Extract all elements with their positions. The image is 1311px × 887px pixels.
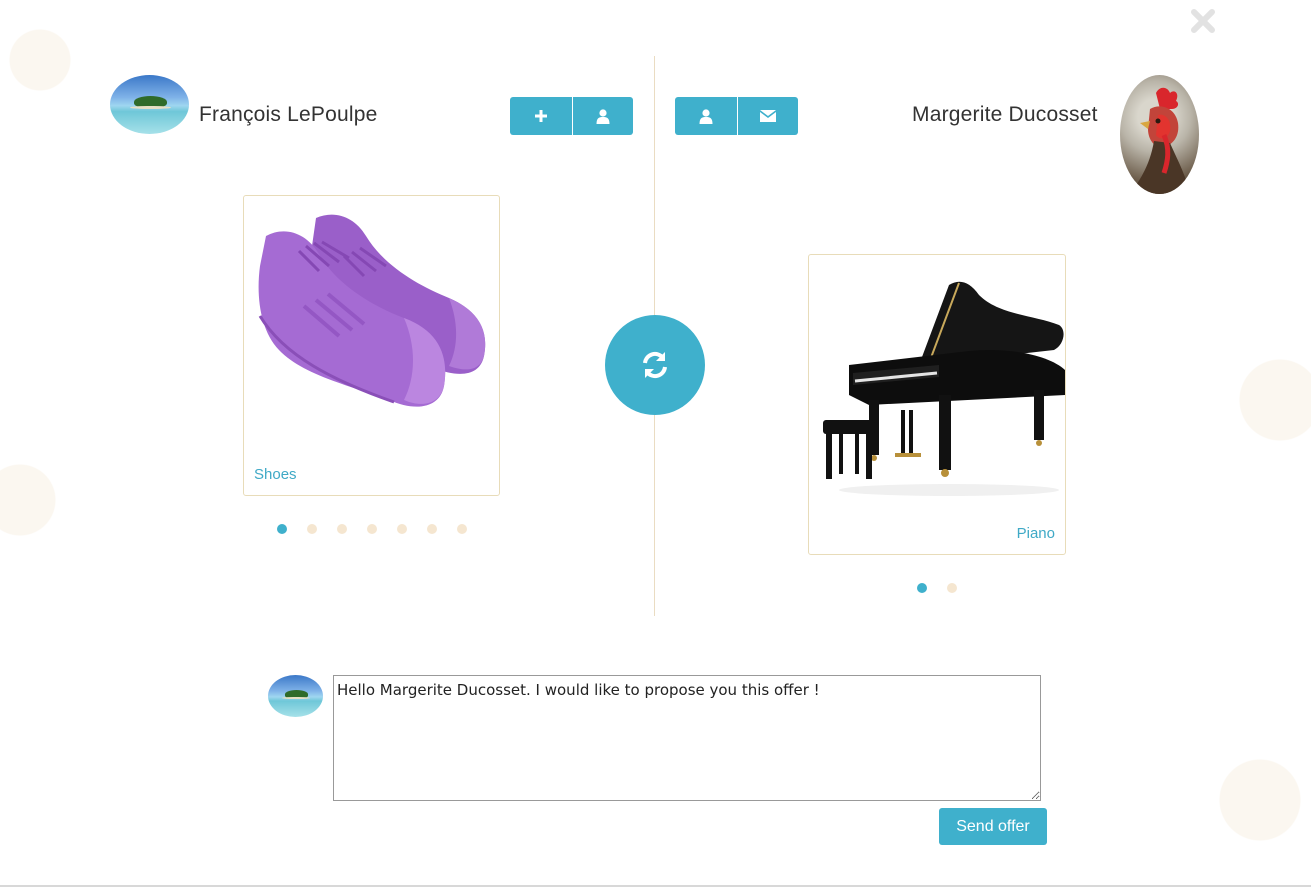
composer-avatar	[268, 675, 323, 717]
piano-image	[823, 281, 1065, 496]
carousel-dot[interactable]	[277, 524, 287, 534]
add-button[interactable]	[510, 97, 572, 135]
carousel-dot[interactable]	[307, 524, 317, 534]
left-user-avatar	[110, 75, 189, 134]
carousel-dot[interactable]	[337, 524, 347, 534]
close-icon[interactable]	[1190, 8, 1216, 34]
right-user-avatar	[1120, 75, 1199, 194]
message-button[interactable]	[737, 97, 798, 135]
shoes-image	[258, 214, 486, 407]
send-offer-button[interactable]: Send offer	[939, 808, 1047, 845]
right-item-label: Piano	[1016, 525, 1055, 542]
left-item-card[interactable]: Shoes	[243, 195, 500, 496]
left-item-label: Shoes	[254, 466, 297, 483]
offer-message-input[interactable]: Hello Margerite Ducosset. I would like t…	[333, 675, 1041, 801]
right-profile-button[interactable]	[675, 97, 737, 135]
user-icon	[596, 108, 610, 124]
right-carousel-dots	[917, 583, 957, 593]
carousel-dot[interactable]	[947, 583, 957, 593]
left-profile-button[interactable]	[572, 97, 633, 135]
carousel-dot[interactable]	[397, 524, 407, 534]
carousel-dot[interactable]	[427, 524, 437, 534]
right-user-actions	[675, 97, 798, 135]
left-carousel-dots	[277, 524, 467, 534]
carousel-dot[interactable]	[457, 524, 467, 534]
plus-icon	[535, 110, 547, 122]
envelope-icon	[760, 110, 776, 122]
right-user-name: Margerite Ducosset	[912, 103, 1098, 126]
refresh-icon	[643, 351, 667, 379]
carousel-dot[interactable]	[917, 583, 927, 593]
user-icon	[699, 108, 713, 124]
left-user-actions	[510, 97, 633, 135]
right-item-card[interactable]: Piano	[808, 254, 1066, 555]
carousel-dot[interactable]	[367, 524, 377, 534]
left-user-name: François LePoulpe	[199, 103, 378, 126]
swap-button[interactable]	[605, 315, 705, 415]
